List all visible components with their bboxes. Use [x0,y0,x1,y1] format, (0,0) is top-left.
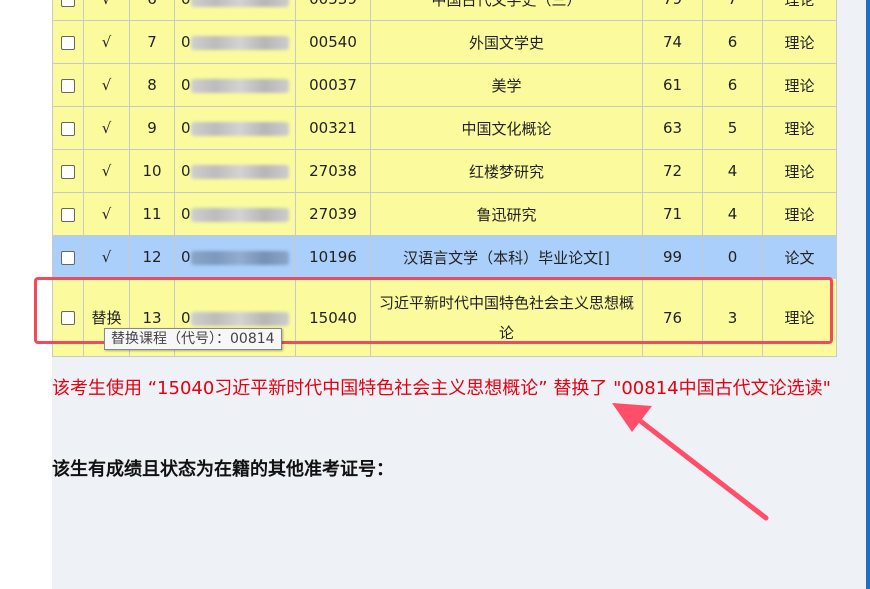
score-cell: 72 [642,149,703,193]
course-code-cell: 10196 [295,235,371,279]
seq-cell: 10 [129,149,175,193]
credits-cell: 7 [702,0,763,21]
course-type-cell: 理论 [762,106,837,150]
row-checkbox[interactable] [61,207,75,222]
status-cell: √ [83,149,130,193]
table-row[interactable]: √ 7 0 00540 外国文学史 74 6 理论 [52,20,837,64]
score-cell: 63 [642,106,703,150]
course-name-cell: 外国文学史 [370,20,643,64]
course-code-cell: 00321 [295,106,371,150]
redaction-blur [191,251,289,265]
exam-id-cell: 0 [181,33,289,51]
course-code-cell: 00539 [295,0,371,21]
table-row[interactable]: √ 8 0 00037 美学 61 6 理论 [52,63,837,107]
score-cell: 79 [642,0,703,21]
exam-id-cell: 0 [181,0,289,8]
course-code-cell: 00540 [295,20,371,64]
table-row[interactable]: √ 6 0 00539 中国古代文学史（三） 79 7 理论 [52,0,837,21]
credits-cell: 6 [702,63,763,107]
status-cell: √ [83,0,130,21]
course-type-cell: 理论 [762,20,837,64]
redaction-blur [191,165,289,179]
seq-cell: 7 [129,20,175,64]
seq-cell: 9 [129,106,175,150]
course-name-cell: 红楼梦研究 [370,149,643,193]
credits-cell: 5 [702,106,763,150]
redaction-blur [191,36,289,50]
table-row[interactable]: √ 11 0 27039 鲁迅研究 71 4 理论 [52,192,837,236]
status-cell: √ [83,106,130,150]
course-type-cell: 理论 [762,63,837,107]
row-checkbox[interactable] [61,35,75,50]
exam-id-cell: 0 [181,76,289,94]
course-code-cell: 00037 [295,63,371,107]
score-cell: 99 [642,235,703,279]
course-code-cell: 27038 [295,149,371,193]
seq-cell: 12 [129,235,175,279]
status-cell: √ [83,235,130,279]
credits-cell: 4 [702,149,763,193]
redaction-blur [191,122,289,136]
seq-cell: 8 [129,63,175,107]
credits-cell: 0 [702,235,763,279]
exam-id-cell: 0 [181,162,289,180]
course-type-cell: 理论 [762,192,837,236]
score-cell: 71 [642,192,703,236]
other-exam-ids-heading: 该生有成绩且状态为在籍的其他准考证号： [52,459,394,480]
replacement-tooltip: 替换课程（代号）：00814 [104,328,282,350]
row-checkbox[interactable] [61,164,75,179]
exam-id-cell: 0 [181,205,289,223]
credits-cell: 6 [702,20,763,64]
table-row[interactable]: √ 10 0 27038 红楼梦研究 72 4 理论 [52,149,837,193]
score-cell: 74 [642,20,703,64]
row-checkbox[interactable] [61,0,75,7]
course-name-cell: 中国古代文学史（三） [370,0,643,21]
score-cell: 61 [642,63,703,107]
row-checkbox[interactable] [61,121,75,136]
status-cell: √ [83,192,130,236]
table-row-selected[interactable]: √ 12 0 10196 汉语言文学（本科）毕业论文[] 99 0 论文 [52,235,837,279]
row-checkbox[interactable] [61,250,75,265]
course-name-cell: 美学 [370,63,643,107]
redaction-blur [191,79,289,93]
course-type-cell: 理论 [762,0,837,21]
course-code-cell: 27039 [295,192,371,236]
status-cell: √ [83,63,130,107]
seq-cell: 11 [129,192,175,236]
course-name-cell: 鲁迅研究 [370,192,643,236]
exam-id-cell: 0 [181,248,289,266]
course-name-cell: 中国文化概论 [370,106,643,150]
seq-cell: 6 [129,0,175,21]
replacement-note: 该考生使用 “15040习近平新时代中国特色社会主义思想概论” 替换了 "008… [52,378,831,399]
course-name-cell: 汉语言文学（本科）毕业论文[] [370,235,643,279]
row-checkbox[interactable] [61,78,75,93]
redaction-blur [191,0,289,7]
window-scrollbar-edge [866,0,870,589]
course-type-cell: 理论 [762,149,837,193]
table-row[interactable]: √ 9 0 00321 中国文化概论 63 5 理论 [52,106,837,150]
redaction-blur [191,208,289,222]
status-cell: √ [83,20,130,64]
credits-cell: 4 [702,192,763,236]
exam-id-cell: 0 [181,119,289,137]
course-type-cell: 论文 [762,235,837,279]
